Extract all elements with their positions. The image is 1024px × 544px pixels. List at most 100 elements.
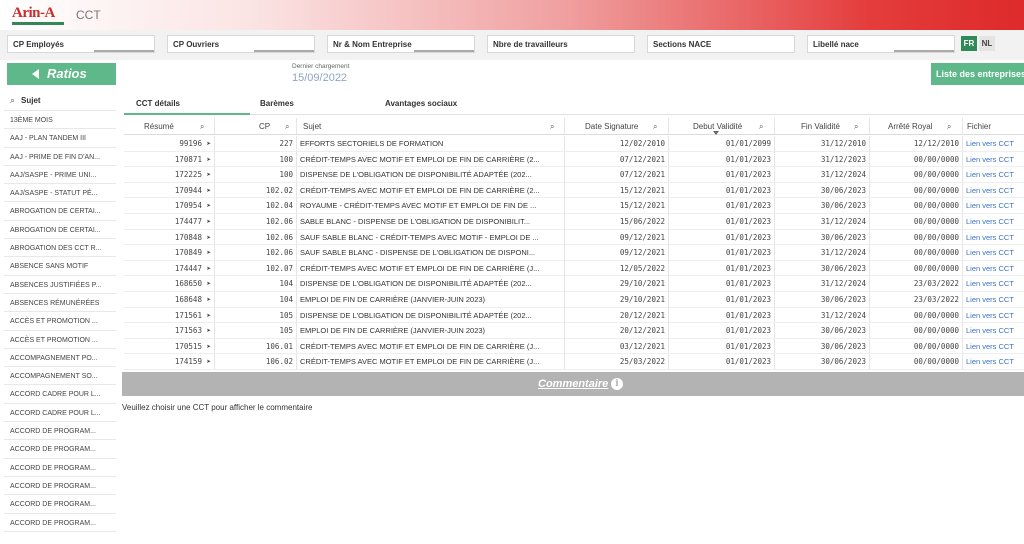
cell-resume[interactable]: 168650 ➤ — [124, 276, 215, 291]
cell-fichier-link[interactable]: Lien vers CCT — [963, 152, 1024, 167]
sidebar-subject-item[interactable]: ACCORD DE PROGRAM... — [4, 459, 116, 477]
cell-resume[interactable]: 168648 ➤ — [124, 292, 215, 307]
lang-fr-button[interactable]: FR — [961, 36, 977, 51]
table-row[interactable]: 171563 ➤ 105 EMPLOI DE FIN DE CARRIÈRE (JA… — [124, 323, 1024, 339]
sidebar-subject-item[interactable]: ACCOMPAGNEMENT PO... — [4, 349, 116, 368]
cell-resume[interactable]: 170871 ➤ — [124, 151, 215, 167]
ratios-button[interactable]: Ratios — [7, 63, 116, 85]
sidebar-subject-item[interactable]: AAJ - PRIME DE FIN D'AN... — [4, 148, 116, 166]
cell-resume[interactable]: 171563 ➤ — [124, 323, 215, 338]
table-row[interactable]: 99196 ➤ 227 EFFORTS SECTORIELS DE FORMATIO… — [124, 136, 1024, 152]
cell-fichier-link[interactable]: Lien vers CCT — [963, 308, 1024, 323]
cell-resume[interactable]: 170515 ➤ — [124, 338, 215, 354]
cell-fichier-link[interactable]: Lien vers CCT — [963, 183, 1024, 198]
cell-resume[interactable]: 170849 ➤ — [124, 245, 215, 260]
header-cp[interactable]: CP ⌕ — [215, 118, 297, 134]
table-row[interactable]: 174447 ➤ 102.07 CRÉDIT-TEMPS AVEC MOTIF ET… — [124, 260, 1024, 277]
table-row[interactable]: 168648 ➤ 104 EMPLOI DE FIN DE CARRIÈRE (JA… — [124, 292, 1024, 308]
filter-entreprise[interactable]: Nr & Nom Entreprise — [327, 35, 475, 53]
sidebar-subject-item[interactable]: ACCORD DE PROGRAM... — [4, 495, 116, 514]
logo[interactable]: Arin-A — [12, 3, 64, 25]
tab-cct-details[interactable]: CCT détails — [136, 99, 180, 108]
search-icon[interactable]: ⌕ — [550, 118, 554, 134]
filter-cp-ouvriers[interactable]: CP Ouvriers — [167, 35, 315, 53]
table-row[interactable]: 170848 ➤ 102.06 SAUF SABLE BLANC - CRÉDIT-… — [124, 229, 1024, 246]
table-row[interactable]: 170944 ➤ 102.02 CRÉDIT-TEMPS AVEC MOTIF ET… — [124, 182, 1024, 199]
cell-resume[interactable]: 171561 ➤ — [124, 307, 215, 323]
tab-baremes[interactable]: Barèmes — [260, 99, 294, 108]
cell-fichier-link[interactable]: Lien vers CCT — [963, 261, 1024, 276]
cell-resume[interactable]: 170944 ➤ — [124, 182, 215, 198]
subject-search[interactable]: ⌕ Sujet — [4, 91, 116, 111]
comment-label[interactable]: Commentaire — [538, 378, 608, 390]
cell-resume[interactable]: 174477 ➤ — [124, 214, 215, 229]
sidebar-subject-item[interactable]: 13ÈME MOIS — [4, 111, 116, 130]
cell-resume[interactable]: 172225 ➤ — [124, 167, 215, 182]
search-icon[interactable]: ⌕ — [653, 118, 657, 134]
table-row[interactable]: 174477 ➤ 102.06 SABLE BLANC - DISPENSE DE … — [124, 214, 1024, 230]
table-row[interactable]: 170515 ➤ 106.01 CRÉDIT-TEMPS AVEC MOTIF ET… — [124, 338, 1024, 355]
sidebar-subject-item[interactable]: ABSENCES RÉMUNÉRÉES — [4, 294, 116, 313]
search-icon[interactable]: ⌕ — [200, 118, 204, 134]
header-sujet[interactable]: Sujet ⌕ — [297, 118, 565, 134]
company-list-button[interactable]: Liste des entreprises — [931, 63, 1024, 85]
header-arrete-royal[interactable]: Arrêté Royal ⌕ — [870, 118, 963, 134]
table-row[interactable]: 172225 ➤ 100 DISPENSE DE L'OBLIGATION DE D… — [124, 167, 1024, 183]
sidebar-subject-item[interactable]: ABSENCE SANS MOTIF — [4, 257, 116, 276]
cell-fichier-link[interactable]: Lien vers CCT — [963, 167, 1024, 182]
sidebar-subject-item[interactable]: AAJ/SASPE - STATUT PÉ... — [4, 184, 116, 203]
search-icon[interactable]: ⌕ — [759, 118, 763, 134]
cell-resume[interactable]: 174159 ➤ — [124, 354, 215, 369]
filter-nbre-travailleurs[interactable]: Nbre de travailleurs — [487, 35, 635, 53]
cell-fichier-link[interactable]: Lien vers CCT — [963, 198, 1024, 213]
table-row[interactable]: 171561 ➤ 105 DISPENSE DE L'OBLIGATION DE D… — [124, 307, 1024, 324]
sidebar-subject-item[interactable]: ACCORD CADRE POUR L... — [4, 385, 116, 404]
header-resume[interactable]: Résumé ⌕ — [124, 118, 215, 134]
filter-sections-nace[interactable]: Sections NACE — [647, 35, 795, 53]
cell-fichier-link[interactable]: Lien vers CCT — [963, 245, 1024, 260]
table-row[interactable]: 170954 ➤ 102.04 ROYAUME - CRÉDIT-TEMPS AVE… — [124, 198, 1024, 214]
sidebar-subject-item[interactable]: AAJ/SASPE - PRIME UNI... — [4, 166, 116, 185]
sidebar-subject-item[interactable]: ACCORD DE PROGRAM... — [4, 514, 116, 532]
sidebar-subject-item[interactable]: ACCÈS ET PROMOTION ... — [4, 331, 116, 349]
filter-libelle-nace[interactable]: Libellé nace — [807, 35, 955, 53]
header-date-signature[interactable]: Date Signature ⌕ — [565, 118, 669, 134]
search-icon[interactable]: ⌕ — [285, 118, 289, 134]
sidebar-subject-item[interactable]: ACCÈS ET PROMOTION ... — [4, 312, 116, 331]
sidebar-subject-item[interactable]: ACCORD CADRE POUR L... — [4, 404, 116, 423]
search-icon[interactable]: ⌕ — [947, 118, 951, 134]
cell-fichier-link[interactable]: Lien vers CCT — [963, 230, 1024, 245]
cell-resume[interactable]: 174447 ➤ — [124, 260, 215, 276]
sidebar-subject-item[interactable]: ACCORD DE PROGRAM... — [4, 440, 116, 459]
table-row[interactable]: 170871 ➤ 100 CRÉDIT-TEMPS AVEC MOTIF ET EM… — [124, 151, 1024, 168]
header-fichier[interactable]: Fichier — [963, 118, 1024, 134]
cell-fichier-link[interactable]: Lien vers CCT — [963, 323, 1024, 338]
header-fin-validite[interactable]: Fin Validité ⌕ — [775, 118, 870, 134]
sort-descending-icon[interactable] — [713, 131, 719, 135]
filter-cp-employes[interactable]: CP Employés — [7, 35, 155, 53]
sidebar-subject-item[interactable]: ACCORD DE PROGRAM... — [4, 422, 116, 441]
table-row[interactable]: 170849 ➤ 102.06 SAUF SABLE BLANC - DISPENS… — [124, 245, 1024, 261]
sidebar-subject-item[interactable]: ABROGATION DE CERTAI... — [4, 202, 116, 221]
sidebar-subject-item[interactable]: ABSENCES JUSTIFIÉES P... — [4, 276, 116, 294]
cell-fichier-link[interactable]: Lien vers CCT — [963, 292, 1024, 307]
sidebar-subject-item[interactable]: AAJ - PLAN TANDEM III — [4, 129, 116, 148]
sidebar-subject-item[interactable]: ACCORD DE PROGRAM... — [4, 477, 116, 496]
info-icon[interactable]: i — [611, 378, 623, 390]
cell-resume[interactable]: 170848 ➤ — [124, 229, 215, 245]
table-row[interactable]: 174159 ➤ 106.02 CRÉDIT-TEMPS AVEC MOTIF ET… — [124, 354, 1024, 370]
cell-fichier-link[interactable]: Lien vers CCT — [963, 339, 1024, 354]
cell-fichier-link[interactable]: Lien vers CCT — [963, 214, 1024, 229]
sidebar-subject-item[interactable]: ABROGATION DE CERTAI... — [4, 221, 116, 240]
search-icon[interactable]: ⌕ — [854, 118, 858, 134]
cell-fichier-link[interactable]: Lien vers CCT — [963, 276, 1024, 291]
sidebar-subject-item[interactable]: ABROGATION DES CCT R... — [4, 239, 116, 258]
tab-avantages-sociaux[interactable]: Avantages sociaux — [385, 99, 457, 108]
header-debut-validite[interactable]: Debut Validité ⌕ — [669, 118, 775, 134]
cell-fichier-link[interactable]: Lien vers CCT — [963, 354, 1024, 369]
lang-nl-button[interactable]: NL — [979, 36, 995, 51]
cell-fichier-link[interactable]: Lien vers CCT — [963, 136, 1024, 151]
sidebar-subject-item[interactable]: ACCOMPAGNEMENT SO... — [4, 367, 116, 386]
cell-resume[interactable]: 170954 ➤ — [124, 198, 215, 213]
cell-resume[interactable]: 99196 ➤ — [124, 136, 215, 151]
